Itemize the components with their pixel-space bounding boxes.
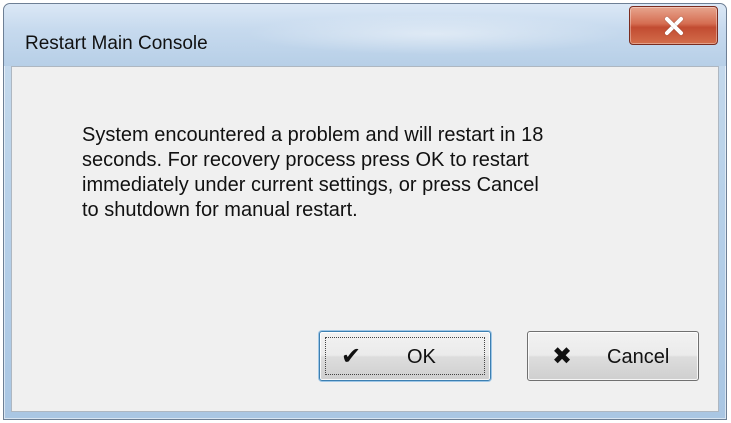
dialog-window: Restart Main Console System encountered … — [3, 3, 727, 420]
close-icon — [661, 13, 687, 39]
message-line: seconds. For recovery process press OK t… — [82, 149, 529, 171]
dialog-body: System encountered a problem and will re… — [11, 66, 719, 412]
cancel-button-label: Cancel — [607, 346, 670, 368]
check-icon: ✔ — [340, 343, 362, 370]
ok-button-label: OK — [407, 346, 436, 368]
x-icon: ✖ — [551, 343, 573, 370]
restart-message: System encountered a problem and will re… — [82, 123, 692, 223]
title-bar-glow — [249, 14, 619, 54]
title-bar[interactable]: Restart Main Console — [4, 4, 726, 66]
message-line: immediately under current settings, or p… — [82, 174, 539, 196]
ok-button[interactable]: ✔ OK — [319, 331, 491, 381]
close-button[interactable] — [629, 6, 718, 45]
window-title: Restart Main Console — [25, 33, 208, 54]
message-line: to shutdown for manual restart. — [82, 199, 358, 221]
cancel-button[interactable]: ✖ Cancel — [527, 331, 699, 381]
message-line: System encountered a problem and will re… — [82, 124, 544, 146]
